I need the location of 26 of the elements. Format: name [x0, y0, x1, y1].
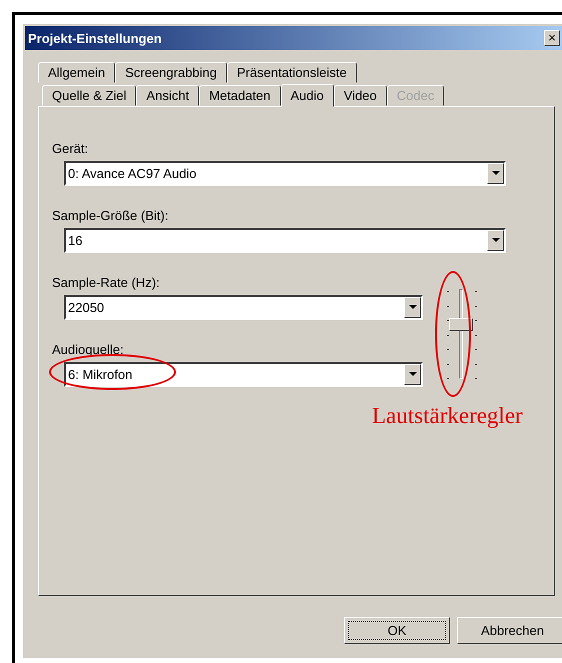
dropdown-value: 0: Avance AC97 Audio: [68, 166, 196, 181]
tab[interactable]: Metadaten: [199, 85, 280, 106]
tab[interactable]: Präsentationsleiste: [226, 62, 357, 83]
dialog-button[interactable]: OK: [344, 617, 450, 644]
slider-thumb[interactable]: [449, 318, 473, 332]
field-label: Gerät:: [52, 141, 90, 158]
dropdown[interactable]: 16: [64, 228, 506, 253]
dropdown-value: 16: [68, 233, 82, 248]
dropdown[interactable]: 0: Avance AC97 Audio: [64, 161, 506, 186]
tab[interactable]: Video: [334, 85, 387, 106]
dropdown-value: 6: Mikrofon: [68, 367, 132, 382]
tab[interactable]: Quelle & Ziel: [42, 85, 136, 106]
dropdown[interactable]: 6: Mikrofon: [64, 362, 423, 387]
field-label: Audioquelle:: [52, 342, 125, 359]
close-button[interactable]: ×: [544, 30, 560, 46]
window-title: Projekt-Einstellungen: [28, 30, 162, 46]
annotation-label: Lautstärkeregler: [372, 403, 523, 429]
tab[interactable]: Audio: [280, 84, 334, 107]
dropdown[interactable]: 22050: [64, 295, 423, 320]
tab[interactable]: Ansicht: [136, 85, 200, 106]
field-label: Sample-Rate (Hz):: [52, 275, 161, 292]
tab[interactable]: Screengrabbing: [115, 62, 227, 83]
field-label: Sample-Größe (Bit):: [52, 208, 170, 225]
tab[interactable]: Allgemein: [38, 62, 116, 83]
dialog-button[interactable]: Abbrechen: [457, 617, 562, 644]
dropdown-value: 22050: [68, 300, 104, 315]
